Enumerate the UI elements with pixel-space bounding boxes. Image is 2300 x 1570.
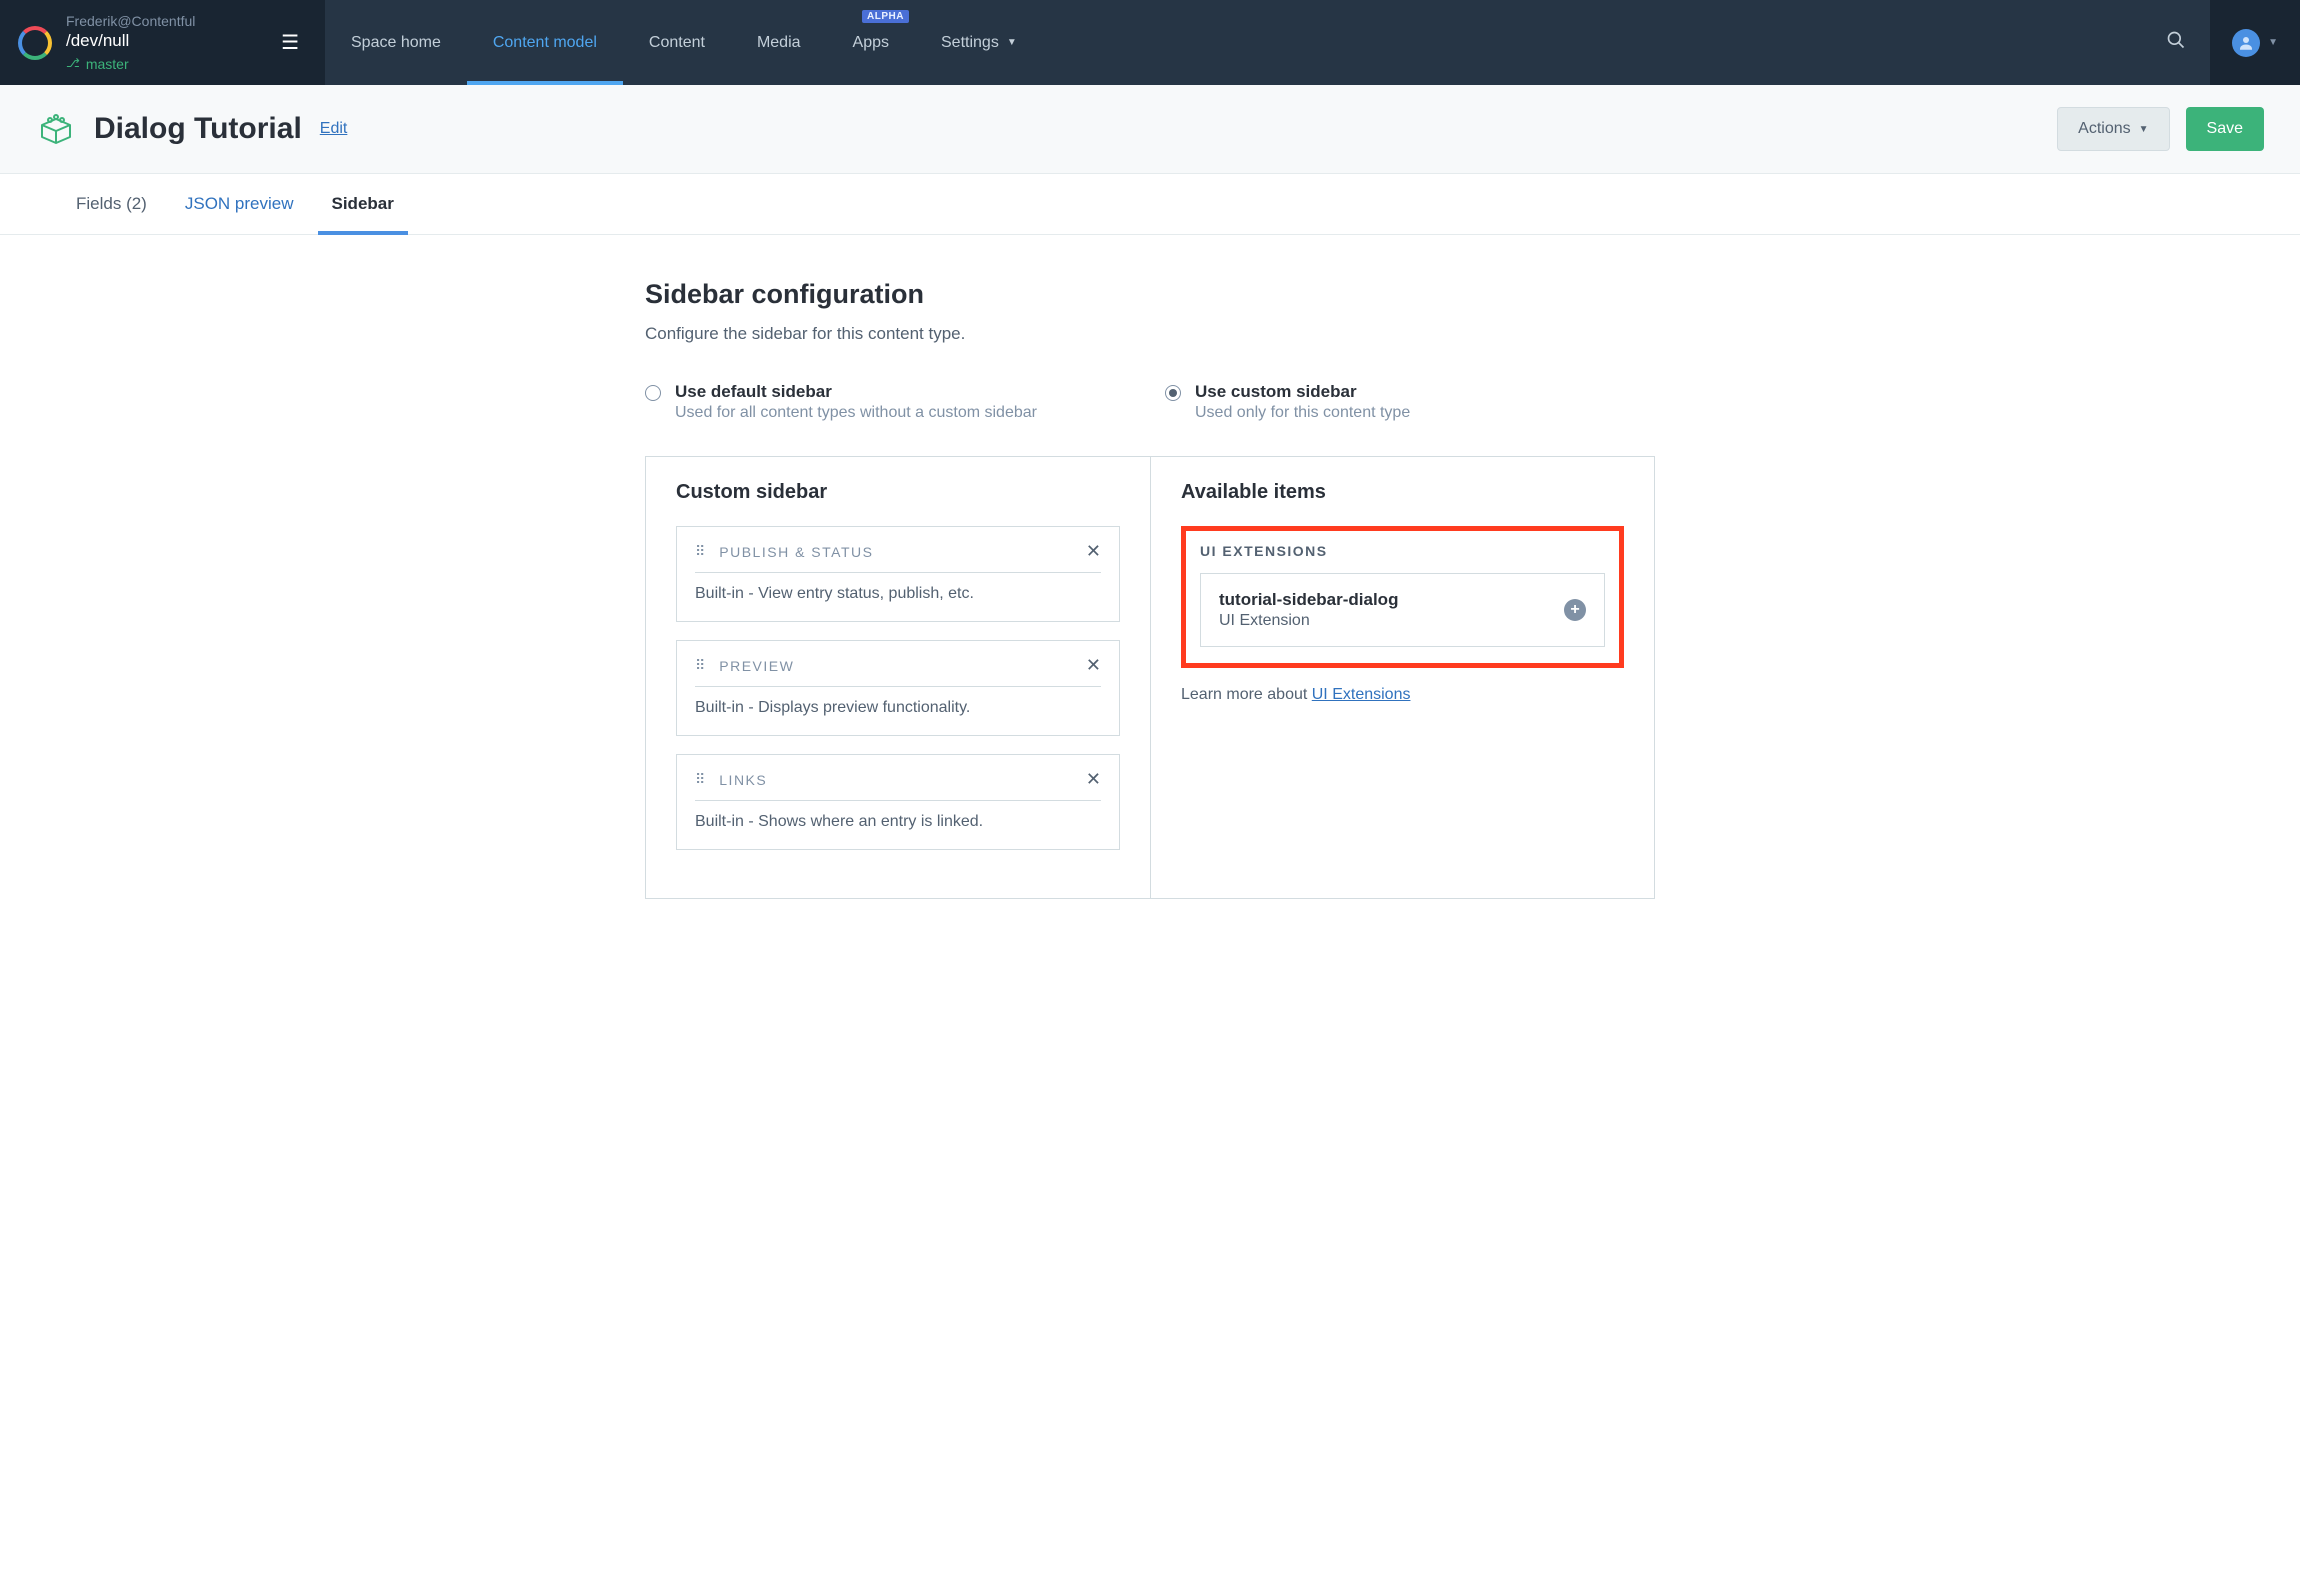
highlight-box: UI EXTENSIONS tutorial-sidebar-dialog UI… [1181,526,1624,668]
avatar-icon [2232,29,2260,57]
alpha-badge: ALPHA [862,10,909,23]
widget-preview[interactable]: ⠿ PREVIEW ✕ Built-in - Displays preview … [676,640,1120,736]
panel-title: Custom sidebar [676,481,1120,504]
panel-title: Available items [1181,481,1624,504]
edit-link[interactable]: Edit [320,120,348,138]
branch-name: master [86,55,129,73]
widget-publish-status[interactable]: ⠿ PUBLISH & STATUS ✕ Built-in - View ent… [676,526,1120,622]
available-item[interactable]: tutorial-sidebar-dialog UI Extension + [1200,573,1605,647]
learn-more: Learn more about UI Extensions [1181,686,1624,704]
save-button[interactable]: Save [2186,107,2264,151]
radio-icon [645,385,661,401]
drag-handle-icon[interactable]: ⠿ [695,776,707,783]
nav-content-model[interactable]: Content model [467,0,623,85]
tab-sidebar[interactable]: Sidebar [332,174,394,234]
search-button[interactable] [2142,30,2210,55]
search-icon [2166,30,2186,50]
nav-content[interactable]: Content [623,0,731,85]
contentful-logo-icon [18,26,52,60]
radio-default-sidebar[interactable]: Use default sidebar Used for all content… [645,382,1135,422]
branch-icon: ⎇ [66,56,80,72]
chevron-down-icon: ▼ [2268,37,2278,48]
close-icon[interactable]: ✕ [1086,541,1101,562]
group-header: UI EXTENSIONS [1200,543,1605,559]
top-nav: Frederik@Contentful /dev/null ⎇ master ☰… [0,0,2300,85]
drag-handle-icon[interactable]: ⠿ [695,662,707,669]
available-items-panel: Available items UI EXTENSIONS tutorial-s… [1150,457,1654,898]
title-bar: Dialog Tutorial Edit Actions ▼ Save [0,85,2300,174]
nav-media[interactable]: Media [731,0,827,85]
nav-settings[interactable]: Settings ▼ [915,0,1043,85]
section-description: Configure the sidebar for this content t… [645,324,1655,344]
space-name: /dev/null [66,30,273,52]
tabs: Fields (2) JSON preview Sidebar [0,174,2300,235]
radio-custom-sidebar[interactable]: Use custom sidebar Used only for this co… [1165,382,1655,422]
drag-handle-icon[interactable]: ⠿ [695,548,707,555]
add-icon[interactable]: + [1564,599,1586,621]
branch-indicator: ⎇ master [66,55,273,73]
custom-sidebar-panel: Custom sidebar ⠿ PUBLISH & STATUS ✕ Buil… [646,457,1150,898]
page-title: Dialog Tutorial [94,112,302,146]
nav-apps[interactable]: ALPHA Apps [827,0,915,85]
main-nav: Space home Content model Content Media A… [325,0,2142,85]
nav-space-home[interactable]: Space home [325,0,467,85]
org-name: Frederik@Contentful [66,12,273,30]
chevron-down-icon: ▼ [2139,124,2149,135]
account-menu[interactable]: ▼ [2210,0,2300,85]
close-icon[interactable]: ✕ [1086,655,1101,676]
chevron-down-icon: ▼ [1007,37,1017,48]
close-icon[interactable]: ✕ [1086,769,1101,790]
hamburger-icon[interactable]: ☰ [273,22,307,63]
content-type-icon [36,109,76,149]
section-title: Sidebar configuration [645,279,1655,310]
tab-json-preview[interactable]: JSON preview [185,174,294,234]
space-switcher[interactable]: Frederik@Contentful /dev/null ⎇ master ☰ [0,0,325,85]
ui-extensions-link[interactable]: UI Extensions [1312,686,1411,703]
radio-icon [1165,385,1181,401]
widget-links[interactable]: ⠿ LINKS ✕ Built-in - Shows where an entr… [676,754,1120,850]
actions-button[interactable]: Actions ▼ [2057,107,2169,151]
tab-fields[interactable]: Fields (2) [76,174,147,234]
